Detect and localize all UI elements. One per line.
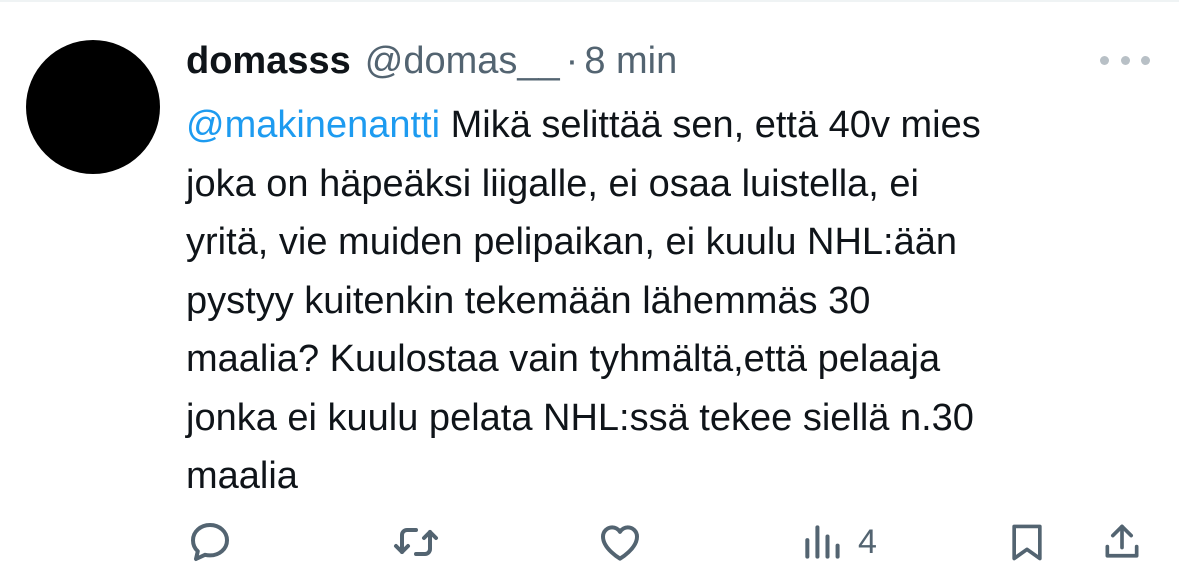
retweet-icon [394,528,438,556]
tweet-text-line: joka on häpeäksi liigalle, ei osaa luist… [186,162,920,205]
views-button[interactable]: 4 [800,518,877,566]
action-bar: 4 [0,518,1179,568]
bookmark-icon [1012,524,1042,561]
views-icon [805,525,840,559]
timestamp[interactable]: 8 min [584,40,677,83]
tweet-header: domasss @domas__ · 8 min [186,36,677,86]
tweet-text-line: yritä, vie muiden pelipaikan, ei kuulu N… [186,221,957,263]
reply-icon [191,523,229,561]
tweet-text-line: pystyy kuitenkin tekemään lähemmäs 30 [186,279,871,322]
like-icon [601,525,639,561]
tweet-text-line: maalia [186,455,298,497]
top-divider [0,0,1179,2]
reply-button[interactable] [186,518,234,566]
share-button[interactable] [1100,518,1144,566]
more-dot [1100,55,1109,65]
share-icon [1105,524,1139,558]
more-options-icon[interactable] [1100,48,1150,72]
avatar[interactable] [26,40,160,174]
mention-link[interactable]: @makinenantti [186,104,440,146]
tweet-text: @makinenantti Mikä selittää sen, että 40… [186,96,1161,506]
retweet-button[interactable] [391,518,441,566]
tweet-text-line: @makinenantti Mikä selittää sen, että 40… [186,96,1161,155]
views-count: 4 [858,522,877,561]
tweet-text-segment: Mikä selittää sen, että 40v mies [440,104,981,146]
user-handle[interactable]: @domas__ [365,40,560,83]
like-button[interactable] [596,518,644,566]
more-dot [1120,55,1130,65]
tweet-text-line: jonka ei kuulu pelata NHL:ssä tekee siel… [186,396,974,439]
display-name[interactable]: domasss [186,40,351,83]
more-dot [1141,55,1150,65]
tweet-text-line: maalia? Kuulostaa vain tyhmältä,että pel… [186,338,941,380]
bookmark-button[interactable] [1005,518,1049,566]
separator-dot: · [565,39,579,82]
